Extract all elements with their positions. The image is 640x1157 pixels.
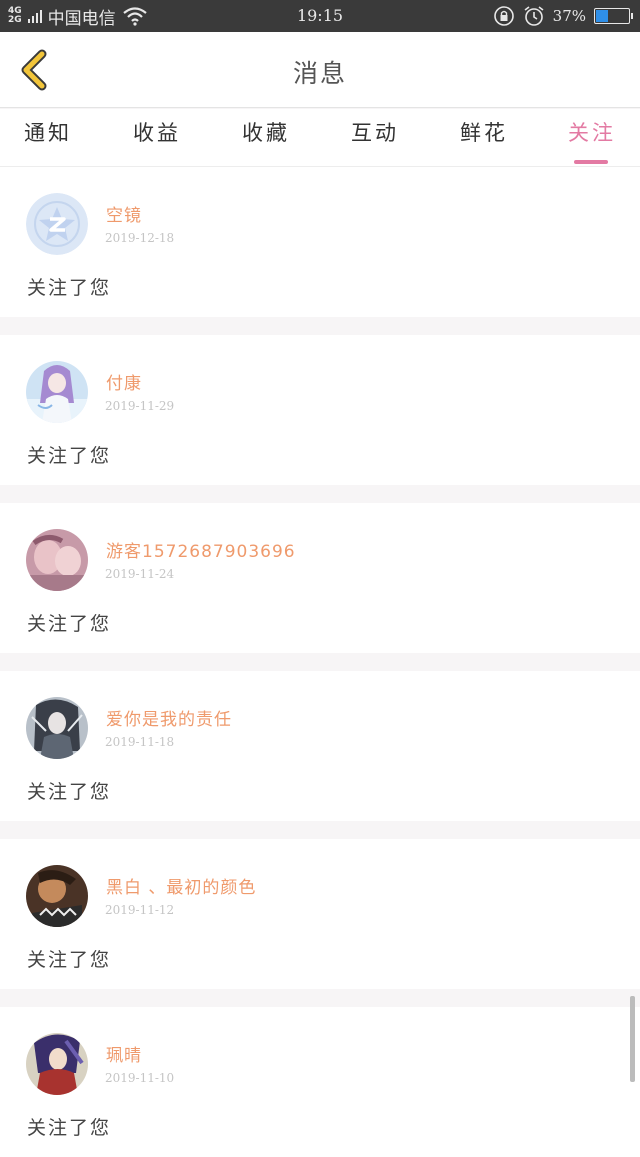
notification-date: 2019-11-18 xyxy=(105,735,175,749)
user-name[interactable]: 珮晴 xyxy=(106,1041,142,1066)
tab-interaction[interactable]: 互动 xyxy=(335,117,415,165)
notification-message: 关注了您 xyxy=(27,949,112,971)
list-item[interactable]: 黑白 、最初的颜色 2019-11-12 关注了您 xyxy=(0,839,640,989)
user-name[interactable]: 游客1572687903696 xyxy=(106,537,296,562)
tab-favorites[interactable]: 收藏 xyxy=(226,117,306,165)
user-name[interactable]: 黑白 、最初的颜色 xyxy=(106,873,256,898)
carrier-name: 中国电信 xyxy=(47,8,116,29)
back-button[interactable] xyxy=(14,48,58,92)
notification-message: 关注了您 xyxy=(27,277,112,299)
notification-date: 2019-12-18 xyxy=(105,231,175,245)
tab-follow[interactable]: 关注 xyxy=(552,117,632,165)
alarm-icon xyxy=(524,6,544,26)
user-name[interactable]: 付康 xyxy=(106,369,142,394)
status-bar: 4G 2G 中国电信 19:15 37% xyxy=(0,0,640,32)
wifi-icon xyxy=(122,7,147,26)
status-left: 4G 2G 中国电信 xyxy=(8,0,148,32)
scrollbar[interactable] xyxy=(630,996,635,1082)
notification-message: 关注了您 xyxy=(27,781,112,803)
tab-flowers[interactable]: 鲜花 xyxy=(444,117,524,165)
notification-message: 关注了您 xyxy=(27,613,112,635)
active-tab-indicator xyxy=(574,160,608,164)
tab-earnings[interactable]: 收益 xyxy=(117,117,197,165)
header: 消息 xyxy=(0,32,640,108)
notification-date: 2019-11-29 xyxy=(105,399,175,413)
network-type: 4G 2G xyxy=(8,7,22,25)
notification-date: 2019-11-10 xyxy=(105,1071,175,1085)
user-name[interactable]: 爱你是我的责任 xyxy=(106,705,232,730)
battery-level xyxy=(596,10,608,22)
photo-avatar[interactable] xyxy=(26,529,88,591)
notification-date: 2019-11-12 xyxy=(105,903,175,917)
qq-default-avatar[interactable] xyxy=(26,193,88,255)
dark-avatar[interactable] xyxy=(26,865,88,927)
list-item[interactable]: 珮晴 2019-11-10 关注了您 xyxy=(0,1007,640,1157)
notification-date: 2019-11-24 xyxy=(105,567,175,581)
anime-girl-avatar[interactable] xyxy=(26,361,88,423)
list-item[interactable]: 爱你是我的责任 2019-11-18 关注了您 xyxy=(0,671,640,821)
chevron-left-icon xyxy=(21,49,47,91)
notification-message: 关注了您 xyxy=(27,1117,112,1139)
user-name[interactable]: 空镜 xyxy=(106,201,142,226)
list-item[interactable]: 游客1572687903696 2019-11-24 关注了您 xyxy=(0,503,640,653)
list-item[interactable]: 空镜 2019-12-18 关注了您 xyxy=(0,167,640,317)
network-2g: 2G xyxy=(8,15,22,25)
tab-bar: 通知 收益 收藏 互动 鲜花 关注 xyxy=(0,109,640,167)
battery-percent: 37% xyxy=(552,7,586,25)
list-item[interactable]: 付康 2019-11-29 关注了您 xyxy=(0,335,640,485)
anime-avatar[interactable] xyxy=(26,697,88,759)
battery-icon xyxy=(594,8,633,24)
signal-icon xyxy=(27,9,42,23)
tab-notice[interactable]: 通知 xyxy=(8,117,88,165)
tab-follow-label: 关注 xyxy=(568,121,616,145)
page-title: 消息 xyxy=(292,59,347,88)
lock-rotation-icon xyxy=(493,6,514,26)
status-right: 37% xyxy=(493,0,633,32)
notification-message: 关注了您 xyxy=(27,445,112,467)
anime-boy-avatar[interactable] xyxy=(26,1033,88,1095)
